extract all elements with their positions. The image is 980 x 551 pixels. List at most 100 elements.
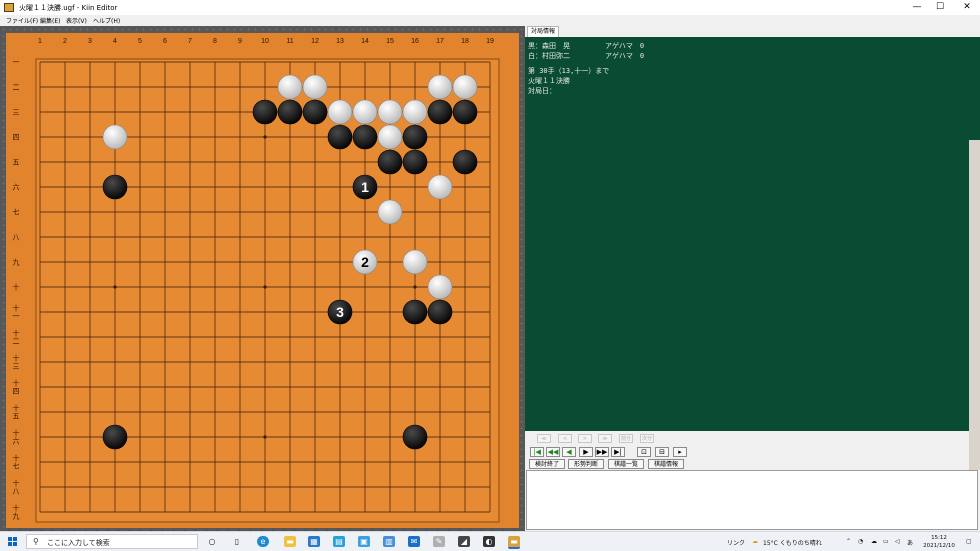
row-label: 三 xyxy=(13,109,20,117)
white-stone[interactable] xyxy=(402,249,428,275)
row-label: 八 xyxy=(13,488,20,496)
cortana-icon[interactable]: ○ xyxy=(206,536,218,547)
next-variation-button[interactable]: 次分 xyxy=(640,434,654,443)
link-toolbar-label[interactable]: リンク xyxy=(727,538,745,547)
mail-icon[interactable]: ✉ xyxy=(408,536,420,547)
black-stone[interactable] xyxy=(402,149,428,175)
white-stone[interactable] xyxy=(377,199,403,225)
record-info-button[interactable]: 棋譜情報 xyxy=(648,459,684,469)
comment-textarea[interactable] xyxy=(526,470,978,530)
black-stone[interactable] xyxy=(302,99,328,125)
clock[interactable]: 15:12 2021/12/10 xyxy=(918,534,960,550)
row-label: 二 xyxy=(13,84,20,92)
kiin-editor-task-icon[interactable]: ▬ xyxy=(508,536,520,549)
app-icon-5[interactable]: ◐ xyxy=(483,536,495,547)
column-label: 6 xyxy=(163,38,167,45)
notification-icon[interactable]: ▢ xyxy=(966,538,972,545)
maximize-button[interactable]: ☐ xyxy=(925,0,955,15)
board-view-button[interactable]: ⊡ xyxy=(637,447,651,457)
app-icon-3[interactable]: ▥ xyxy=(383,536,395,547)
column-label: 16 xyxy=(411,38,419,45)
file-explorer-icon[interactable]: ▬ xyxy=(284,536,296,547)
black-stone[interactable] xyxy=(402,299,428,325)
go-last-button[interactable]: ▶| xyxy=(611,447,625,457)
menu-file[interactable]: ファイル(F) xyxy=(6,16,38,25)
tab-game-info[interactable]: 対局情報 xyxy=(527,26,560,37)
taskbar-search[interactable]: ⚲ ここに入力して検索 xyxy=(26,534,198,549)
white-stone[interactable] xyxy=(377,124,403,150)
column-label: 11 xyxy=(286,38,293,45)
white-stone[interactable] xyxy=(302,74,328,100)
white-stone[interactable] xyxy=(427,274,453,300)
white-stone[interactable] xyxy=(277,74,303,100)
black-stone[interactable] xyxy=(452,149,478,175)
back-button[interactable]: ◀ xyxy=(562,447,576,457)
go-first-button[interactable]: |◀ xyxy=(530,447,544,457)
more-button[interactable]: ▸ xyxy=(673,447,687,457)
task-view-icon[interactable]: ▯ xyxy=(231,536,243,547)
black-stone[interactable] xyxy=(427,299,453,325)
black-stone[interactable] xyxy=(102,424,128,450)
white-stone[interactable] xyxy=(352,99,378,125)
edge-browser-icon[interactable]: e xyxy=(257,536,269,547)
weather-text[interactable]: 15°C くもりのち晴れ xyxy=(763,538,822,547)
position-judge-button[interactable]: 形勢判断 xyxy=(568,459,604,469)
prev-branch-button[interactable]: < xyxy=(558,434,572,443)
star-point xyxy=(263,135,267,139)
close-button[interactable]: ✕ xyxy=(952,0,980,15)
list-view-button[interactable]: ⊟ xyxy=(655,447,669,457)
board-canvas[interactable]: 1 2 3 4 5 6 7 8 9 10 11 12 13 14 15 16 17 18 19一二三四五六七八九十十… xyxy=(6,33,519,528)
network-icon[interactable]: ▭ xyxy=(883,538,889,545)
white-stone[interactable] xyxy=(402,99,428,125)
black-stone[interactable] xyxy=(327,124,353,150)
white-stone[interactable] xyxy=(427,174,453,200)
white-stone[interactable] xyxy=(452,74,478,100)
app-icon-2[interactable]: ▣ xyxy=(358,536,370,547)
app-icon-1[interactable]: ▤ xyxy=(333,536,345,547)
forward-button[interactable]: ▶ xyxy=(579,447,593,457)
white-stone[interactable] xyxy=(102,124,128,150)
app-icon-4[interactable]: ◢ xyxy=(458,536,470,547)
move-number-label: 2 xyxy=(361,254,369,270)
search-placeholder: ここに入力して検索 xyxy=(47,539,110,547)
menu-view[interactable]: 表示(V) xyxy=(66,16,87,25)
black-stone[interactable] xyxy=(377,149,403,175)
clock-date: 2021/12/10 xyxy=(923,543,955,549)
white-stone[interactable] xyxy=(377,99,403,125)
tray-chevron-icon[interactable]: ⌃ xyxy=(846,538,851,545)
fast-forward-button[interactable]: ▶▶ xyxy=(595,447,609,457)
column-label: 12 xyxy=(311,38,319,45)
black-stone[interactable] xyxy=(352,124,378,150)
black-stone[interactable] xyxy=(427,99,453,125)
tray-app-icon[interactable]: ◔ xyxy=(858,538,863,545)
fast-back-button[interactable]: ◀◀ xyxy=(546,447,560,457)
black-stone[interactable] xyxy=(402,124,428,150)
end-review-button[interactable]: 検討終了 xyxy=(529,459,565,469)
black-stone[interactable] xyxy=(402,424,428,450)
first-branch-button[interactable]: ≪ xyxy=(537,434,551,443)
menu-edit[interactable]: 編集(E) xyxy=(40,16,60,25)
prev-variation-button[interactable]: 前分 xyxy=(619,434,633,443)
ime-indicator[interactable]: あ xyxy=(907,538,913,547)
column-label: 4 xyxy=(113,38,117,45)
record-list-button[interactable]: 棋譜一覧 xyxy=(608,459,644,469)
taskbar: ⚲ ここに入力して検索 ○ ▯ e ▬ ▦ ▤ ▣ ▥ ✉ ✎ ◢ ◐ ▬ リン… xyxy=(0,531,980,551)
paint-icon[interactable]: ✎ xyxy=(433,536,445,547)
store-icon[interactable]: ▦ xyxy=(308,536,320,547)
white-stone[interactable] xyxy=(327,99,353,125)
black-stone[interactable] xyxy=(277,99,303,125)
last-branch-button[interactable]: ≫ xyxy=(598,434,612,443)
go-board[interactable]: 1 2 3 4 5 6 7 8 9 10 11 12 13 14 15 16 17 18 19 一二三四五六七八九十十… xyxy=(6,33,519,528)
next-branch-button[interactable]: > xyxy=(578,434,592,443)
black-stone[interactable] xyxy=(452,99,478,125)
search-icon: ⚲ xyxy=(33,537,39,546)
volume-icon[interactable]: ◁ xyxy=(895,538,900,545)
windows-start-icon[interactable] xyxy=(8,537,18,547)
onedrive-icon[interactable]: ☁ xyxy=(871,538,877,545)
white-stone[interactable] xyxy=(427,74,453,100)
black-stone[interactable] xyxy=(102,174,128,200)
black-stone[interactable] xyxy=(252,99,278,125)
menu-bar: ファイル(F) 編集(E) 表示(V) ヘルプ(H) xyxy=(0,15,525,25)
title-bar: 火曜１１決勝.ugf - Kiin Editor — ☐ ✕ xyxy=(0,0,980,15)
menu-help[interactable]: ヘルプ(H) xyxy=(93,16,120,25)
